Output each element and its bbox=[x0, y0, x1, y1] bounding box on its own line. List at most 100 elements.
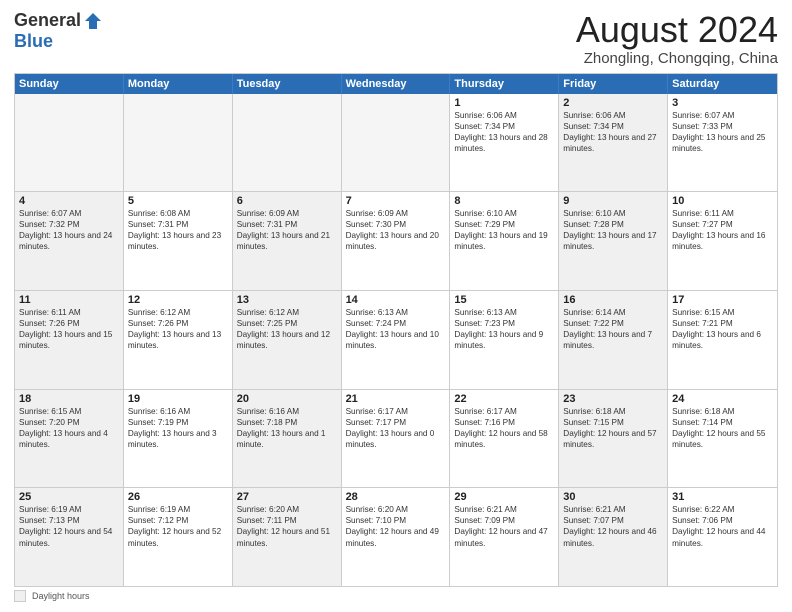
calendar-header: SundayMondayTuesdayWednesdayThursdayFrid… bbox=[15, 74, 777, 94]
day-number: 4 bbox=[19, 195, 119, 207]
cal-cell: 9Sunrise: 6:10 AMSunset: 7:28 PMDaylight… bbox=[559, 192, 668, 290]
day-number: 18 bbox=[19, 393, 119, 405]
day-number: 27 bbox=[237, 491, 337, 503]
cell-info: Sunrise: 6:20 AMSunset: 7:10 PMDaylight:… bbox=[346, 504, 446, 548]
cell-info: Sunrise: 6:16 AMSunset: 7:19 PMDaylight:… bbox=[128, 406, 228, 450]
logo-icon bbox=[83, 11, 103, 31]
cal-cell: 2Sunrise: 6:06 AMSunset: 7:34 PMDaylight… bbox=[559, 94, 668, 192]
day-number: 5 bbox=[128, 195, 228, 207]
cal-cell: 31Sunrise: 6:22 AMSunset: 7:06 PMDayligh… bbox=[668, 488, 777, 586]
month-title: August 2024 bbox=[576, 10, 778, 50]
day-number: 25 bbox=[19, 491, 119, 503]
cell-info: Sunrise: 6:11 AMSunset: 7:26 PMDaylight:… bbox=[19, 307, 119, 351]
cal-cell: 29Sunrise: 6:21 AMSunset: 7:09 PMDayligh… bbox=[450, 488, 559, 586]
cal-week-4: 18Sunrise: 6:15 AMSunset: 7:20 PMDayligh… bbox=[15, 390, 777, 489]
cell-info: Sunrise: 6:21 AMSunset: 7:09 PMDaylight:… bbox=[454, 504, 554, 548]
cal-cell: 10Sunrise: 6:11 AMSunset: 7:27 PMDayligh… bbox=[668, 192, 777, 290]
day-number: 31 bbox=[672, 491, 773, 503]
cell-info: Sunrise: 6:10 AMSunset: 7:29 PMDaylight:… bbox=[454, 208, 554, 252]
cell-info: Sunrise: 6:11 AMSunset: 7:27 PMDaylight:… bbox=[672, 208, 773, 252]
cell-info: Sunrise: 6:19 AMSunset: 7:13 PMDaylight:… bbox=[19, 504, 119, 548]
cal-cell: 16Sunrise: 6:14 AMSunset: 7:22 PMDayligh… bbox=[559, 291, 668, 389]
day-number: 14 bbox=[346, 294, 446, 306]
day-number: 9 bbox=[563, 195, 663, 207]
title-block: August 2024 Zhongling, Chongqing, China bbox=[576, 10, 778, 67]
cell-info: Sunrise: 6:09 AMSunset: 7:31 PMDaylight:… bbox=[237, 208, 337, 252]
cell-info: Sunrise: 6:07 AMSunset: 7:32 PMDaylight:… bbox=[19, 208, 119, 252]
cell-info: Sunrise: 6:06 AMSunset: 7:34 PMDaylight:… bbox=[454, 110, 554, 154]
cal-cell: 8Sunrise: 6:10 AMSunset: 7:29 PMDaylight… bbox=[450, 192, 559, 290]
cell-info: Sunrise: 6:12 AMSunset: 7:26 PMDaylight:… bbox=[128, 307, 228, 351]
cal-cell: 26Sunrise: 6:19 AMSunset: 7:12 PMDayligh… bbox=[124, 488, 233, 586]
cal-header-wednesday: Wednesday bbox=[342, 74, 451, 94]
day-number: 21 bbox=[346, 393, 446, 405]
cell-info: Sunrise: 6:16 AMSunset: 7:18 PMDaylight:… bbox=[237, 406, 337, 450]
day-number: 3 bbox=[672, 97, 773, 109]
cal-cell: 15Sunrise: 6:13 AMSunset: 7:23 PMDayligh… bbox=[450, 291, 559, 389]
footer-label: Daylight hours bbox=[32, 591, 90, 601]
cal-cell bbox=[124, 94, 233, 192]
cal-cell: 21Sunrise: 6:17 AMSunset: 7:17 PMDayligh… bbox=[342, 390, 451, 488]
day-number: 7 bbox=[346, 195, 446, 207]
day-number: 30 bbox=[563, 491, 663, 503]
day-number: 22 bbox=[454, 393, 554, 405]
day-number: 29 bbox=[454, 491, 554, 503]
cell-info: Sunrise: 6:13 AMSunset: 7:23 PMDaylight:… bbox=[454, 307, 554, 351]
cal-header-tuesday: Tuesday bbox=[233, 74, 342, 94]
cal-cell: 17Sunrise: 6:15 AMSunset: 7:21 PMDayligh… bbox=[668, 291, 777, 389]
cal-cell: 18Sunrise: 6:15 AMSunset: 7:20 PMDayligh… bbox=[15, 390, 124, 488]
cal-cell bbox=[342, 94, 451, 192]
day-number: 28 bbox=[346, 491, 446, 503]
cell-info: Sunrise: 6:17 AMSunset: 7:17 PMDaylight:… bbox=[346, 406, 446, 450]
day-number: 16 bbox=[563, 294, 663, 306]
cell-info: Sunrise: 6:20 AMSunset: 7:11 PMDaylight:… bbox=[237, 504, 337, 548]
cell-info: Sunrise: 6:18 AMSunset: 7:14 PMDaylight:… bbox=[672, 406, 773, 450]
day-number: 2 bbox=[563, 97, 663, 109]
cal-cell: 11Sunrise: 6:11 AMSunset: 7:26 PMDayligh… bbox=[15, 291, 124, 389]
cell-info: Sunrise: 6:12 AMSunset: 7:25 PMDaylight:… bbox=[237, 307, 337, 351]
day-number: 26 bbox=[128, 491, 228, 503]
logo-general-text: General bbox=[14, 10, 81, 31]
cal-cell: 19Sunrise: 6:16 AMSunset: 7:19 PMDayligh… bbox=[124, 390, 233, 488]
cal-cell: 23Sunrise: 6:18 AMSunset: 7:15 PMDayligh… bbox=[559, 390, 668, 488]
cal-cell: 24Sunrise: 6:18 AMSunset: 7:14 PMDayligh… bbox=[668, 390, 777, 488]
cell-info: Sunrise: 6:08 AMSunset: 7:31 PMDaylight:… bbox=[128, 208, 228, 252]
cal-cell: 1Sunrise: 6:06 AMSunset: 7:34 PMDaylight… bbox=[450, 94, 559, 192]
cell-info: Sunrise: 6:13 AMSunset: 7:24 PMDaylight:… bbox=[346, 307, 446, 351]
day-number: 19 bbox=[128, 393, 228, 405]
cal-week-3: 11Sunrise: 6:11 AMSunset: 7:26 PMDayligh… bbox=[15, 291, 777, 390]
cal-cell: 27Sunrise: 6:20 AMSunset: 7:11 PMDayligh… bbox=[233, 488, 342, 586]
footer-shaded-box bbox=[14, 590, 26, 602]
cal-cell: 30Sunrise: 6:21 AMSunset: 7:07 PMDayligh… bbox=[559, 488, 668, 586]
day-number: 17 bbox=[672, 294, 773, 306]
cal-header-saturday: Saturday bbox=[668, 74, 777, 94]
cell-info: Sunrise: 6:21 AMSunset: 7:07 PMDaylight:… bbox=[563, 504, 663, 548]
calendar: SundayMondayTuesdayWednesdayThursdayFrid… bbox=[14, 73, 778, 587]
day-number: 10 bbox=[672, 195, 773, 207]
day-number: 15 bbox=[454, 294, 554, 306]
day-number: 23 bbox=[563, 393, 663, 405]
cell-info: Sunrise: 6:15 AMSunset: 7:21 PMDaylight:… bbox=[672, 307, 773, 351]
cal-header-friday: Friday bbox=[559, 74, 668, 94]
cell-info: Sunrise: 6:22 AMSunset: 7:06 PMDaylight:… bbox=[672, 504, 773, 548]
cell-info: Sunrise: 6:17 AMSunset: 7:16 PMDaylight:… bbox=[454, 406, 554, 450]
cal-cell: 25Sunrise: 6:19 AMSunset: 7:13 PMDayligh… bbox=[15, 488, 124, 586]
cal-cell: 22Sunrise: 6:17 AMSunset: 7:16 PMDayligh… bbox=[450, 390, 559, 488]
cal-header-thursday: Thursday bbox=[450, 74, 559, 94]
day-number: 8 bbox=[454, 195, 554, 207]
day-number: 24 bbox=[672, 393, 773, 405]
cal-week-5: 25Sunrise: 6:19 AMSunset: 7:13 PMDayligh… bbox=[15, 488, 777, 586]
cal-cell: 12Sunrise: 6:12 AMSunset: 7:26 PMDayligh… bbox=[124, 291, 233, 389]
header: General Blue August 2024 Zhongling, Chon… bbox=[14, 10, 778, 67]
cell-info: Sunrise: 6:07 AMSunset: 7:33 PMDaylight:… bbox=[672, 110, 773, 154]
cal-cell: 7Sunrise: 6:09 AMSunset: 7:30 PMDaylight… bbox=[342, 192, 451, 290]
cal-cell bbox=[233, 94, 342, 192]
logo-blue-text: Blue bbox=[14, 31, 53, 52]
cell-info: Sunrise: 6:10 AMSunset: 7:28 PMDaylight:… bbox=[563, 208, 663, 252]
cal-week-2: 4Sunrise: 6:07 AMSunset: 7:32 PMDaylight… bbox=[15, 192, 777, 291]
cal-cell: 13Sunrise: 6:12 AMSunset: 7:25 PMDayligh… bbox=[233, 291, 342, 389]
calendar-body: 1Sunrise: 6:06 AMSunset: 7:34 PMDaylight… bbox=[15, 94, 777, 586]
day-number: 13 bbox=[237, 294, 337, 306]
cal-header-sunday: Sunday bbox=[15, 74, 124, 94]
cell-info: Sunrise: 6:09 AMSunset: 7:30 PMDaylight:… bbox=[346, 208, 446, 252]
